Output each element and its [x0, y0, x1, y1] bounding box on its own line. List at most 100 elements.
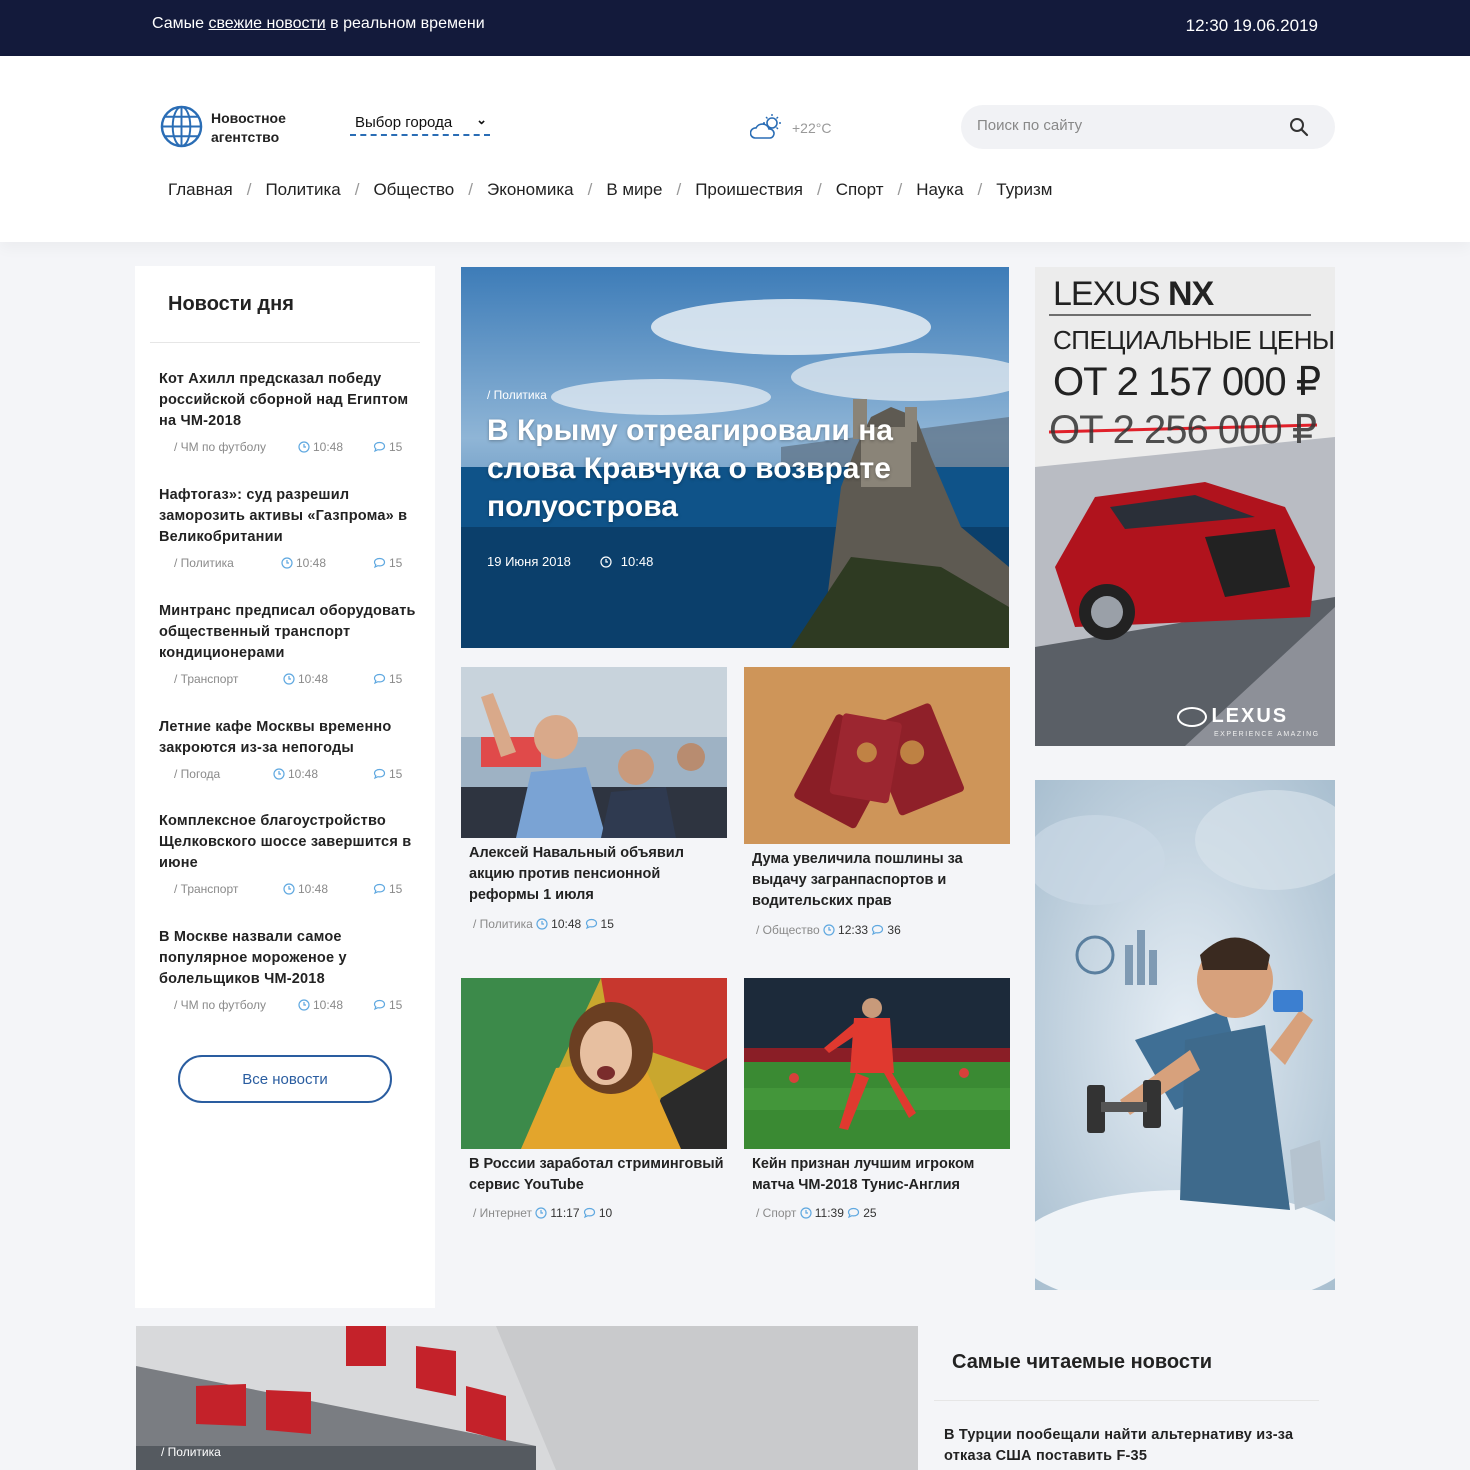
card-category[interactable]: / Интернет: [473, 1206, 532, 1220]
news-category[interactable]: / ЧМ по футболу: [174, 998, 266, 1012]
comment-icon: [373, 673, 386, 685]
news-category[interactable]: / Политика: [174, 556, 234, 570]
comment-icon: [585, 918, 597, 930]
list-item[interactable]: Нафтогаз»: суд разрешил заморозить актив…: [159, 485, 421, 574]
top-bar: Самые свежие новости в реальном времени …: [0, 0, 1470, 56]
news-card[interactable]: Дума увеличила пошлины за выдачу загранп…: [744, 667, 1010, 947]
comment-icon: [373, 768, 386, 780]
nav-item-economy[interactable]: Экономика: [487, 180, 574, 200]
hero-meta: 19 Июня 2018 10:48: [487, 554, 653, 569]
all-news-button[interactable]: Все новости: [178, 1055, 392, 1103]
list-item[interactable]: Летние кафе Москвы временно закроются из…: [159, 717, 421, 785]
hero-article[interactable]: / Политика В Крыму отреагировали на слов…: [461, 267, 1009, 648]
logo-line2: агентство: [211, 129, 280, 145]
card-image: [744, 667, 1010, 844]
list-item[interactable]: Комплексное благоустройство Щелковского …: [159, 811, 421, 900]
hero-time: 10:48: [620, 554, 654, 569]
nav-item-incidents[interactable]: Проишествия: [695, 180, 803, 200]
news-comments-count: 15: [389, 440, 403, 454]
search-icon[interactable]: [1289, 117, 1309, 137]
news-time-value: 10:48: [298, 882, 329, 896]
fitness-ad-banner[interactable]: [1035, 780, 1335, 1290]
list-item[interactable]: Кот Ахилл предсказал победу российской с…: [159, 369, 421, 458]
list-item[interactable]: Минтранс предписал оборудовать обществен…: [159, 601, 421, 690]
fresh-news-link[interactable]: свежие новости: [208, 15, 325, 32]
news-category[interactable]: / Погода: [174, 767, 220, 781]
most-read-item[interactable]: В Турции пообещали найти альтернативу из…: [944, 1425, 1324, 1467]
news-time: 10:48: [298, 998, 343, 1012]
ad-slogan: EXPERIENCE AMAZING: [1214, 731, 1320, 738]
news-time: 10:48: [283, 672, 328, 686]
logo[interactable]: Новостное агентство: [160, 105, 360, 149]
nav-separator: /: [587, 180, 593, 199]
nav-item-society[interactable]: Общество: [373, 180, 454, 200]
clock-icon: [800, 1207, 812, 1219]
news-of-day-panel: Новости дня Кот Ахилл предсказал победу …: [135, 266, 435, 1308]
card-title[interactable]: Алексей Навальный объявил акцию против п…: [469, 843, 724, 906]
news-title[interactable]: Нафтогаз»: суд разрешил заморозить актив…: [159, 485, 421, 548]
news-category[interactable]: / ЧМ по футболу: [174, 440, 266, 454]
hero-title[interactable]: В Крыму отреагировали на слова Кравчука …: [487, 412, 957, 526]
news-title[interactable]: В Москве назвали самое популярное мороже…: [159, 927, 421, 990]
search-input[interactable]: [977, 117, 1277, 134]
card-category[interactable]: / Спорт: [756, 1206, 796, 1220]
search-box: [961, 105, 1335, 149]
nav-item-science[interactable]: Наука: [916, 180, 963, 200]
clock-icon: [283, 673, 295, 685]
card-title[interactable]: Дума увеличила пошлины за выдачу загранп…: [752, 849, 1007, 912]
nav-separator: /: [897, 180, 903, 199]
comment-icon: [848, 1207, 860, 1219]
card-comments: 36: [887, 923, 901, 937]
news-title[interactable]: Комплексное благоустройство Щелковского …: [159, 811, 421, 874]
news-title[interactable]: Минтранс предписал оборудовать обществен…: [159, 601, 421, 664]
card-meta: / Интернет 11:17 10: [473, 1206, 612, 1220]
news-comments-count: 15: [389, 767, 403, 781]
nav-item-tourism[interactable]: Туризм: [996, 180, 1052, 200]
news-card[interactable]: В России заработал стриминговый сервис Y…: [461, 978, 727, 1228]
news-comments: 15: [373, 882, 402, 896]
news-title[interactable]: Летние кафе Москвы временно закроются из…: [159, 717, 421, 759]
news-title[interactable]: Кот Ахилл предсказал победу российской с…: [159, 369, 421, 432]
news-card[interactable]: Кейн признан лучшим игроком матча ЧМ-201…: [744, 978, 1010, 1228]
nav-separator: /: [354, 180, 360, 199]
weather-temperature: +22°C: [792, 120, 832, 136]
bottom-article-category[interactable]: / Политика: [161, 1445, 221, 1459]
news-comments-count: 15: [389, 998, 403, 1012]
lexus-ad-banner[interactable]: LEXUS NX СПЕЦИАЛЬНЫЕ ЦЕНЫ1 ОТ 2 157 000 …: [1035, 267, 1335, 746]
news-category[interactable]: / Транспорт: [174, 672, 238, 686]
card-title[interactable]: Кейн признан лучшим игроком матча ЧМ-201…: [752, 1154, 1007, 1196]
card-image: [461, 667, 727, 838]
comment-icon: [872, 924, 884, 936]
main-nav: Главная / Политика / Общество / Экономика / В ми…: [168, 180, 1052, 200]
news-category[interactable]: / Транспорт: [174, 882, 238, 896]
hero-category[interactable]: / Политика: [487, 388, 547, 402]
nav-item-home[interactable]: Главная: [168, 180, 233, 200]
card-category[interactable]: / Политика: [473, 917, 533, 931]
news-comments: 15: [373, 556, 402, 570]
news-comments: 15: [373, 767, 402, 781]
card-meta: / Общество 12:33 36: [756, 923, 901, 937]
comment-icon: [583, 1207, 595, 1219]
city-select[interactable]: Выбор города ⌄: [350, 112, 490, 136]
news-time-value: 10:48: [288, 767, 319, 781]
card-time: 10:48: [551, 917, 582, 931]
ad-model-light: LEXUS: [1053, 275, 1160, 313]
news-time: 10:48: [283, 882, 328, 896]
news-time: 10:48: [281, 556, 326, 570]
list-item[interactable]: В Москве назвали самое популярное мороже…: [159, 927, 421, 1016]
card-meta: / Спорт 11:39 25: [756, 1206, 877, 1220]
nav-item-sport[interactable]: Спорт: [836, 180, 884, 200]
comment-icon: [373, 441, 386, 453]
lexus-emblem-icon: [1177, 706, 1207, 727]
site-header: Новостное агентство Выбор города ⌄ +22°C…: [0, 56, 1470, 242]
most-read-heading: Самые читаемые новости: [952, 1351, 1213, 1373]
news-card[interactable]: Алексей Навальный объявил акцию против п…: [461, 667, 727, 947]
news-meta: / Политика 10:48 15: [159, 556, 421, 574]
bottom-article[interactable]: / Политика: [136, 1326, 918, 1470]
news-meta: / Транспорт 10:48 15: [159, 882, 421, 900]
card-category[interactable]: / Общество: [756, 923, 820, 937]
card-title[interactable]: В России заработал стриминговый сервис Y…: [469, 1154, 724, 1196]
nav-item-politics[interactable]: Политика: [265, 180, 340, 200]
nav-item-world[interactable]: В мире: [606, 180, 662, 200]
ad-promo: СПЕЦИАЛЬНЫЕ ЦЕНЫ1: [1053, 325, 1335, 356]
